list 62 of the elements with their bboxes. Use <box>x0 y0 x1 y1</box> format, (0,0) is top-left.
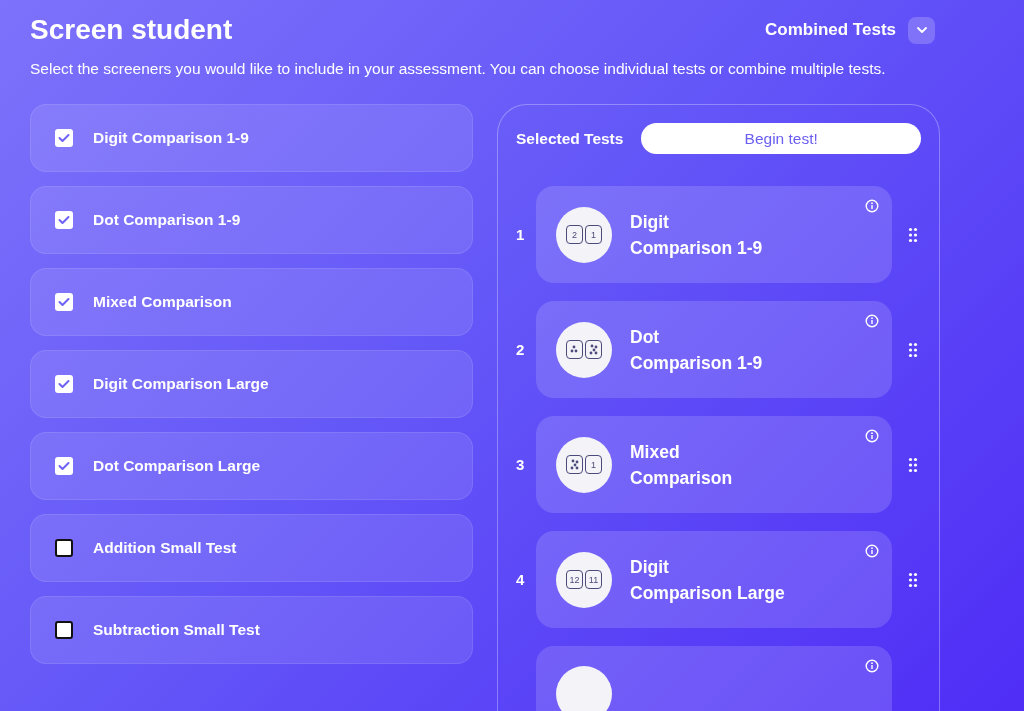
order-number: 4 <box>516 571 524 588</box>
test-name: Comparison Large <box>630 581 785 605</box>
check-icon <box>58 297 70 307</box>
drag-handle-icon[interactable] <box>908 571 918 588</box>
screener-label: Digit Comparison Large <box>93 375 269 393</box>
dropdown-button[interactable] <box>908 16 935 44</box>
check-icon <box>58 461 70 471</box>
screener-label: Dot Comparison 1-9 <box>93 211 241 229</box>
info-icon[interactable] <box>865 544 879 558</box>
screener-card[interactable]: Digit Comparison 1-9 <box>30 104 473 172</box>
chevron-down-icon <box>915 26 928 34</box>
screener-label: Subtraction Small Test <box>93 621 260 639</box>
test-name: Digit <box>630 210 670 234</box>
info-icon[interactable] <box>865 314 879 328</box>
test-card[interactable]: 2 1 Digit Comparison 1-9 <box>536 186 892 283</box>
info-icon[interactable] <box>865 429 879 443</box>
test-name: Comparison 1-9 <box>630 236 763 260</box>
test-icon <box>556 666 612 711</box>
screener-card[interactable]: Dot Comparison Large <box>30 432 473 500</box>
checkbox[interactable] <box>55 539 73 557</box>
screener-label: Digit Comparison 1-9 <box>93 129 249 147</box>
page-title: Screen student <box>30 14 233 46</box>
checkbox[interactable] <box>55 293 73 311</box>
order-number: 1 <box>516 226 524 243</box>
checkbox[interactable] <box>55 375 73 393</box>
test-card[interactable]: 1 Mixed Comparison <box>536 416 892 513</box>
test-name: Comparison 1-9 <box>630 351 763 375</box>
check-icon <box>58 133 70 143</box>
drag-handle-icon[interactable] <box>908 341 918 358</box>
screener-label: Addition Small Test <box>93 539 237 557</box>
test-name: Mixed <box>630 440 681 464</box>
test-card[interactable]: 12 11 Digit Comparison Large <box>536 531 892 628</box>
test-name: Dot <box>630 325 661 349</box>
screener-card[interactable]: Mixed Comparison <box>30 268 473 336</box>
drag-handle-icon[interactable] <box>908 226 918 243</box>
begin-test-button[interactable]: Begin test! <box>641 123 921 154</box>
test-name: Digit <box>630 555 670 579</box>
checkbox[interactable] <box>55 129 73 147</box>
check-icon <box>58 379 70 389</box>
screener-card[interactable]: Addition Small Test <box>30 514 473 582</box>
test-icon: 2 1 <box>556 206 612 263</box>
test-card[interactable]: Dot Comparison 1-9 <box>536 301 892 398</box>
test-name: Comparison <box>630 466 733 490</box>
checkbox[interactable] <box>55 621 73 639</box>
mode-label: Combined Tests <box>765 20 896 40</box>
screener-card[interactable]: Dot Comparison 1-9 <box>30 186 473 254</box>
test-icon: 12 11 <box>556 551 612 608</box>
test-icon: 1 <box>556 436 612 493</box>
drag-handle-icon[interactable] <box>908 456 918 473</box>
description: Select the screeners you would like to include in your assessment. You can choose individual tests or combine multiple tests. <box>30 59 887 79</box>
info-icon[interactable] <box>865 199 879 213</box>
screener-label: Dot Comparison Large <box>93 457 261 475</box>
checkbox[interactable] <box>55 211 73 229</box>
check-icon <box>58 215 70 225</box>
screener-card[interactable]: Subtraction Small Test <box>30 596 473 664</box>
order-number: 3 <box>516 456 524 473</box>
info-icon[interactable] <box>865 659 879 673</box>
checkbox[interactable] <box>55 457 73 475</box>
screener-label: Mixed Comparison <box>93 293 232 311</box>
panel-heading: Selected Tests <box>516 129 624 148</box>
order-number: 2 <box>516 341 524 358</box>
screener-card[interactable]: Digit Comparison Large <box>30 350 473 418</box>
